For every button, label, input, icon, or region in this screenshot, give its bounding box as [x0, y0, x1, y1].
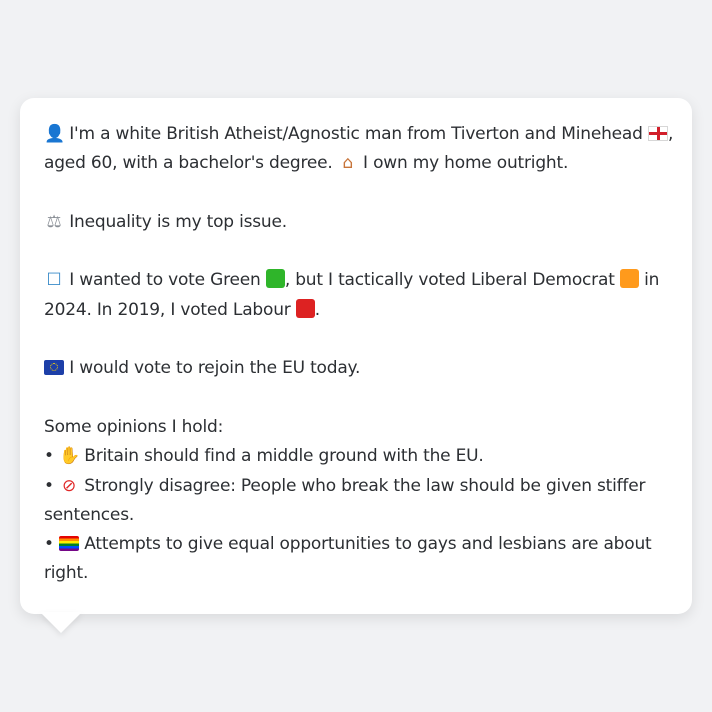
- intro-line-2: aged 60, with a bachelor's degree. ⌂ I o…: [44, 149, 668, 178]
- vote-line-1: ☐ I wanted to vote Green , but I tactica…: [44, 266, 668, 295]
- eu-text: I would vote to rejoin the EU today.: [69, 358, 361, 379]
- top-issue-text: Inequality is my top issue.: [69, 211, 287, 232]
- bullet: •: [44, 534, 54, 555]
- issue-line: ⚖ Inequality is my top issue.: [44, 208, 668, 237]
- persona-speech-bubble: 👤 I'm a white British Atheist/Agnostic m…: [20, 98, 692, 614]
- intro-text-2: aged 60, with a bachelor's degree.: [44, 153, 333, 174]
- home-ownership-text: I own my home outright.: [363, 153, 569, 174]
- opinions-heading: Some opinions I hold:: [44, 416, 224, 437]
- opinion-text-3a: Attempts to give equal opportunities to …: [84, 534, 652, 555]
- opinion-item-2-cont: sentences.: [44, 501, 668, 530]
- person-icon: 👤: [44, 124, 65, 144]
- red-square-icon: [295, 298, 315, 318]
- eu-line: I would vote to rejoin the EU today.: [44, 354, 668, 383]
- intro-line-1: 👤 I'm a white British Atheist/Agnostic m…: [44, 120, 673, 149]
- opinion-item-3: • Attempts to give equal opportunities t…: [44, 530, 668, 559]
- vote-text-1a: I wanted to vote Green: [69, 270, 261, 291]
- scales-icon: ⚖: [46, 211, 62, 232]
- eu-flag-icon: [44, 360, 64, 376]
- ballot-box-icon: ☐: [46, 270, 62, 291]
- opinion-text-1: Britain should find a middle ground with…: [84, 446, 484, 467]
- vote-text-2a: 2024. In 2019, I voted Labour: [44, 299, 291, 320]
- opinion-text-2a: Strongly disagree: People who break the …: [84, 475, 646, 496]
- intro-text-1-end: ,: [667, 124, 674, 144]
- persona-text: 👤 I'm a white British Atheist/Agnostic m…: [44, 120, 673, 589]
- opinion-text-2b: sentences.: [44, 504, 135, 525]
- house-icon: ⌂: [342, 153, 354, 174]
- speech-bubble-tail: [40, 612, 82, 633]
- no-entry-icon: ⊘: [62, 475, 77, 496]
- opinion-item-3-cont: right.: [44, 559, 668, 588]
- vote-text-2b: .: [314, 299, 321, 320]
- green-square-icon: [265, 269, 285, 289]
- bullet: •: [44, 446, 54, 467]
- handshake-icon: ✋: [59, 446, 81, 467]
- opinion-item-2: • ⊘ Strongly disagree: People who break …: [44, 472, 668, 501]
- england-flag-icon: [647, 126, 668, 141]
- opinion-item-1: • ✋ Britain should find a middle ground …: [44, 442, 668, 471]
- vote-line-2: 2024. In 2019, I voted Labour .: [44, 296, 668, 325]
- rainbow-flag-icon: [59, 536, 80, 552]
- vote-text-1c: in: [644, 270, 660, 291]
- opinion-text-3b: right.: [44, 563, 89, 584]
- bullet: •: [44, 475, 54, 496]
- intro-text-1: I'm a white British Atheist/Agnostic man…: [69, 124, 643, 144]
- vote-text-1b: , but I tactically voted Liberal Democra…: [284, 270, 615, 291]
- orange-square-icon: [619, 269, 639, 289]
